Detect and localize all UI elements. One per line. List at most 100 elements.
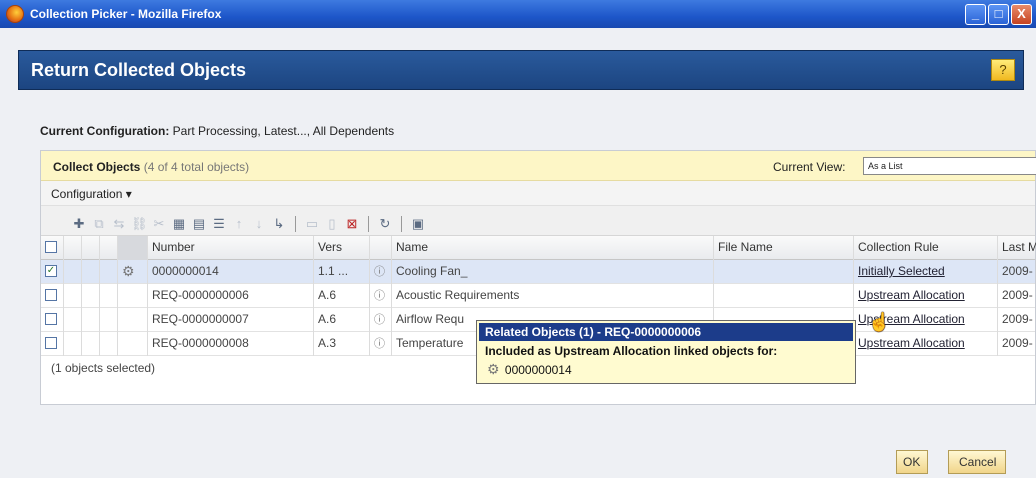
- row-col-c: [99, 332, 117, 356]
- select-all-checkbox[interactable]: [45, 241, 57, 253]
- dialog-title: Return Collected Objects: [31, 60, 247, 80]
- configuration-menu[interactable]: Configuration ▾: [51, 187, 132, 201]
- copy-icon[interactable]: ⧉: [91, 216, 107, 232]
- header-name[interactable]: Name: [391, 236, 713, 260]
- ok-button[interactable]: OK: [896, 450, 928, 474]
- row-checkbox[interactable]: ✓: [45, 265, 57, 277]
- help-button[interactable]: ?: [991, 59, 1015, 81]
- header-last-modified[interactable]: Last M: [997, 236, 1036, 260]
- header-col-c: [99, 236, 117, 260]
- cancel-button[interactable]: Cancel: [948, 450, 1006, 474]
- configuration-label: Current Configuration:: [40, 124, 170, 138]
- hand-cursor-icon: ☝: [868, 312, 891, 332]
- row-col-b: [81, 308, 99, 332]
- row-file-name: [713, 260, 853, 284]
- selected-count: (1 objects selected): [51, 361, 156, 375]
- row-col-a: [63, 308, 81, 332]
- export-icon[interactable]: ▣: [410, 216, 426, 232]
- row-check-cell: ✓: [41, 260, 63, 284]
- row-version: A.6: [313, 284, 369, 308]
- table-row[interactable]: REQ-0000000006 A.6 ⓘ Acoustic Requiremen…: [41, 284, 1035, 308]
- row-checkbox[interactable]: [45, 337, 57, 349]
- header-collection-rule[interactable]: Collection Rule: [853, 236, 997, 260]
- row-version: A.6: [313, 308, 369, 332]
- row-col-b: [81, 332, 99, 356]
- collection-rule-link[interactable]: Upstream Allocation: [858, 336, 965, 350]
- popup-description: Included as Upstream Allocation linked o…: [485, 344, 778, 358]
- toolbar-separator: [401, 215, 402, 232]
- info-icon[interactable]: ⓘ: [374, 266, 385, 278]
- refresh-icon[interactable]: ↻: [377, 216, 393, 232]
- minimize-button[interactable]: _: [965, 4, 986, 25]
- info-icon[interactable]: ⓘ: [374, 290, 385, 302]
- row-checkbox[interactable]: [45, 289, 57, 301]
- maximize-button[interactable]: □: [988, 4, 1009, 25]
- collect-objects-label: Collect Objects: [53, 160, 141, 174]
- table-row[interactable]: ✓ ⚙ 0000000014 1.1 ... ⓘ Cooling Fan_ In…: [41, 260, 1035, 284]
- row-collection-rule: Upstream Allocation: [853, 332, 997, 356]
- row-name[interactable]: Cooling Fan_: [391, 260, 713, 284]
- row-version: A.3: [313, 332, 369, 356]
- row-col-b: [81, 260, 99, 284]
- row-check-cell: [41, 308, 63, 332]
- row-info-cell: ⓘ: [369, 284, 391, 308]
- window-controls: _ □ X: [965, 4, 1032, 25]
- configuration-menu-bar: Configuration ▾: [41, 181, 1035, 206]
- unlink-icon[interactable]: ✂: [151, 216, 167, 232]
- popup-item[interactable]: ⚙ 0000000014: [477, 359, 855, 380]
- header-file-name[interactable]: File Name: [713, 236, 853, 260]
- popup-title: Related Objects (1) - REQ-0000000006: [479, 323, 853, 341]
- info-icon[interactable]: ⓘ: [374, 314, 385, 326]
- collect-objects-bar: Collect Objects (4 of 4 total objects) C…: [41, 151, 1036, 181]
- row-number: 0000000014: [147, 260, 313, 284]
- add-icon[interactable]: ✚: [71, 216, 87, 232]
- select-all-cell: [41, 236, 63, 260]
- part-icon: ⚙: [487, 361, 500, 377]
- row-col-c: [99, 260, 117, 284]
- related-objects-popup: Related Objects (1) - REQ-0000000006 Inc…: [476, 320, 856, 384]
- row-version: 1.1 ...: [313, 260, 369, 284]
- row-col-a: [63, 260, 81, 284]
- row-number: REQ-0000000008: [147, 332, 313, 356]
- row-icon-cell: [117, 332, 147, 356]
- window-title: Collection Picker - Mozilla Firefox: [30, 7, 222, 21]
- link-icon[interactable]: ⛓: [131, 216, 148, 232]
- doc-icon[interactable]: ▤: [191, 216, 207, 232]
- row-name[interactable]: Acoustic Requirements: [391, 284, 713, 308]
- row-last-modified: 2009-: [997, 332, 1036, 356]
- row-collection-rule: Upstream Allocation: [853, 284, 997, 308]
- row-check-cell: [41, 284, 63, 308]
- remove-icon[interactable]: ⊠: [344, 216, 360, 232]
- header-col-a: [63, 236, 81, 260]
- version-value: 1.1: [318, 264, 335, 278]
- row-col-b: [81, 284, 99, 308]
- row-icon-cell: ⚙: [117, 260, 147, 284]
- collection-rule-link[interactable]: Initially Selected: [858, 264, 945, 278]
- popup-item-label[interactable]: 0000000014: [505, 363, 572, 377]
- down-icon[interactable]: ↓: [251, 216, 267, 232]
- clear-icon[interactable]: ▯: [324, 216, 340, 232]
- part-icon: ⚙: [122, 263, 135, 279]
- current-view-select[interactable]: As a List: [863, 157, 1036, 175]
- version-more[interactable]: ...: [338, 264, 348, 278]
- up-icon[interactable]: ↑: [231, 216, 247, 232]
- paste-icon[interactable]: ▭: [304, 216, 320, 232]
- row-col-a: [63, 332, 81, 356]
- row-col-c: [99, 308, 117, 332]
- chart-icon[interactable]: ▦: [171, 216, 187, 232]
- configuration-value: Part Processing, Latest..., All Dependen…: [172, 124, 395, 138]
- row-col-c: [99, 284, 117, 308]
- row-checkbox[interactable]: [45, 313, 57, 325]
- header-version[interactable]: Vers: [313, 236, 369, 260]
- close-button[interactable]: X: [1011, 4, 1032, 25]
- table-header: Number Vers Name File Name Collection Ru…: [41, 236, 1036, 260]
- current-view-label: Current View:: [773, 160, 846, 174]
- collection-rule-link[interactable]: Upstream Allocation: [858, 288, 965, 302]
- row-number: REQ-0000000006: [147, 284, 313, 308]
- move-icon[interactable]: ⇆: [111, 216, 127, 232]
- row-icon-cell: [117, 308, 147, 332]
- notes-icon[interactable]: ☰: [211, 216, 227, 232]
- arrow-icon[interactable]: ↳: [271, 216, 287, 232]
- info-icon[interactable]: ⓘ: [374, 338, 385, 350]
- header-number[interactable]: Number: [147, 236, 313, 260]
